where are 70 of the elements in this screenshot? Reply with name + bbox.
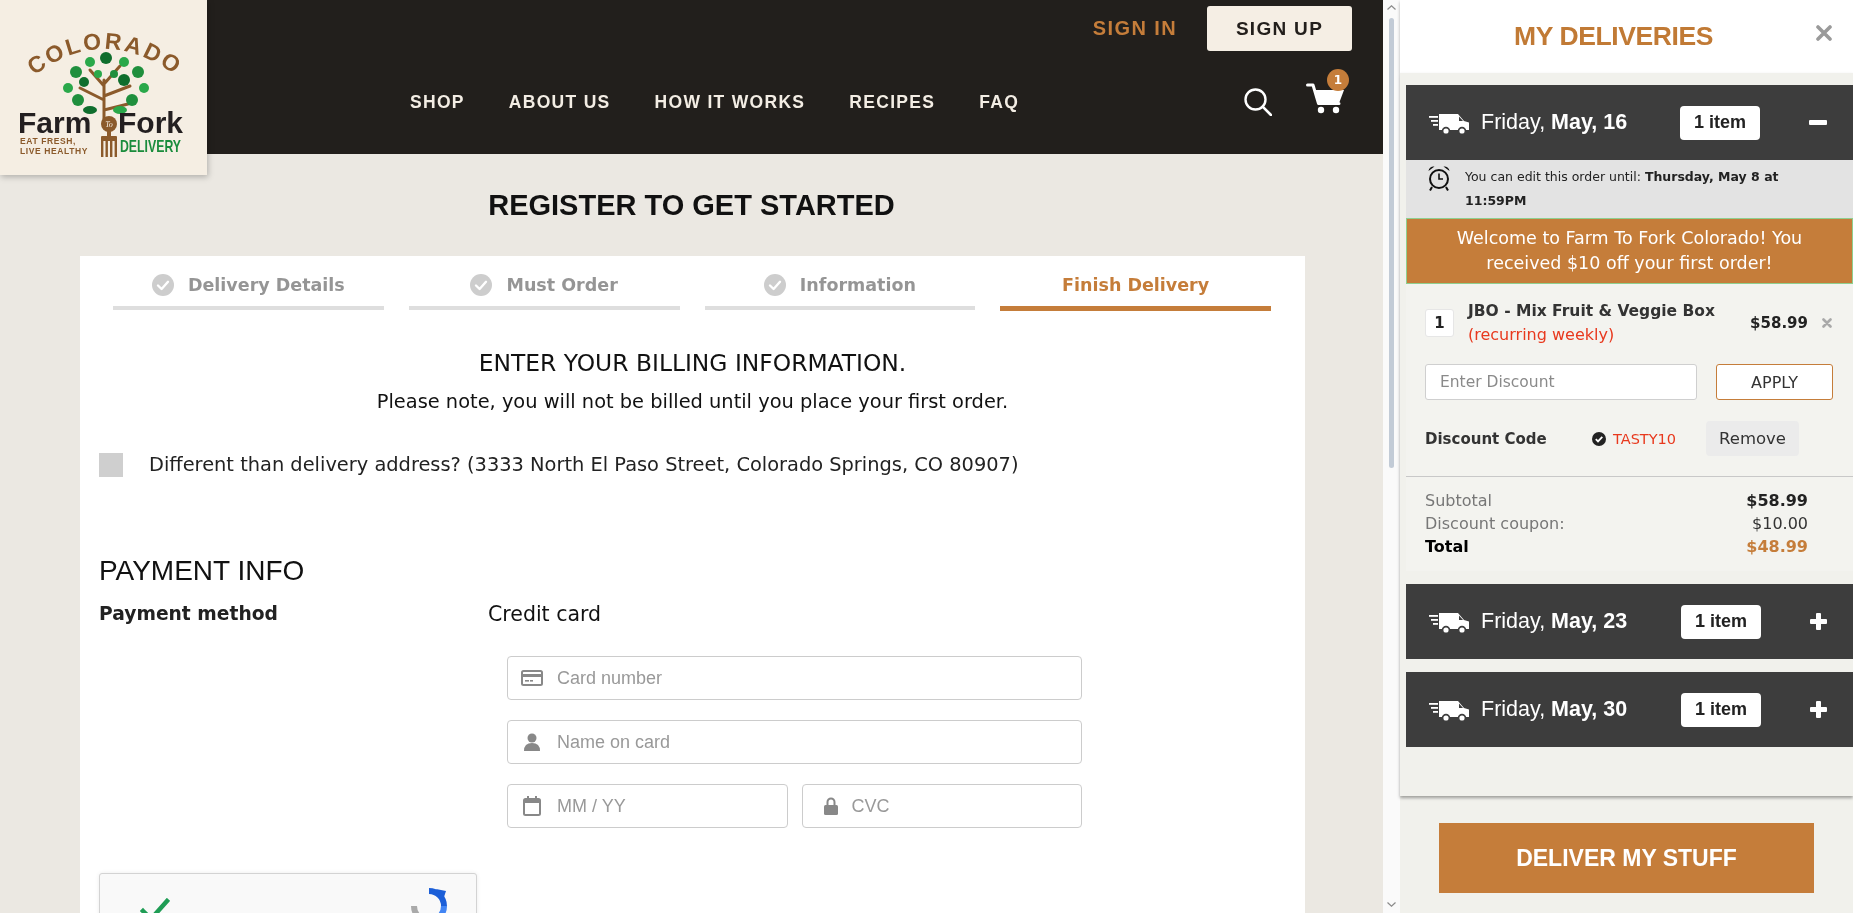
check-circle-icon — [1592, 431, 1606, 446]
remove-icon[interactable] — [1822, 318, 1832, 328]
edit-deadline-text: You can edit this order until: Thursday, May 8 at 11:59PM — [1465, 168, 1780, 210]
logo-tagline: EAT FRESH, — [20, 136, 76, 146]
discount-code: TASTY10 — [1613, 430, 1677, 447]
panel-title: MY DELIVERIES — [1514, 21, 1713, 52]
total-value: $48.99 — [1746, 536, 1808, 558]
total-label: Discount coupon: — [1425, 513, 1565, 535]
total-label: Subtotal — [1425, 490, 1493, 512]
nav-link[interactable]: FAQ — [979, 91, 1020, 113]
logo-fork-text: To — [105, 120, 113, 129]
delivery-header[interactable]: Friday, May, 23 1 item — [1406, 584, 1853, 659]
page-title: REGISTER TO GET STARTED — [487, 188, 896, 222]
scrollbar[interactable] — [1383, 0, 1400, 913]
checkbox-label: Different than delivery address? (3333 North El Paso Street, Colorado Springs, CO 80907) — [149, 453, 1019, 477]
cvc-field[interactable]: CVC — [801, 784, 1082, 828]
nav-link[interactable]: SHOP — [410, 91, 465, 113]
scroll-up-icon[interactable] — [1387, 5, 1396, 10]
discount-code-label: Discount Code — [1425, 429, 1548, 448]
billing-heading: ENTER YOUR BILLING INFORMATION. — [477, 348, 908, 378]
person-icon — [524, 733, 540, 751]
fork-icon — [101, 116, 117, 157]
close-icon[interactable] — [1816, 25, 1832, 41]
logo-tagline: LIVE HEALTHY — [20, 146, 88, 156]
scroll-down-icon[interactable] — [1387, 902, 1396, 907]
lock-icon — [823, 797, 838, 815]
item-note: (recurring weekly) — [1468, 324, 1616, 346]
nav-link[interactable]: ABOUT US — [508, 91, 611, 113]
total-value: $58.99 — [1746, 490, 1808, 512]
alarm-clock-icon — [1427, 165, 1451, 191]
total-value: $10.00 — [1752, 513, 1808, 535]
plus-icon[interactable] — [1810, 701, 1827, 718]
cart-badge: 1 — [1327, 69, 1349, 91]
billing-note: Please note, you will not be billed until you place your first order. — [375, 390, 1010, 414]
calendar-icon — [523, 796, 541, 816]
item-name: JBO - Mix Fruit & Veggie Box — [1468, 301, 1715, 322]
item-price: $58.99 — [1750, 314, 1808, 332]
delivery-header[interactable]: Friday, May, 16 1 item — [1406, 85, 1853, 160]
delivery-date: Friday, May, 30 — [1481, 697, 1629, 722]
logo-word: Fork — [118, 106, 183, 139]
discount-field[interactable]: Enter Discount — [1425, 364, 1697, 400]
delivery-header[interactable]: Friday, May, 30 1 item — [1406, 672, 1853, 747]
payment-method-value: Credit card — [488, 602, 603, 626]
item-count-badge: 1 item — [1680, 105, 1760, 140]
credit-card-icon — [521, 670, 543, 686]
search-icon[interactable] — [1244, 88, 1272, 116]
cardholder-name-field[interactable]: Name on card — [507, 720, 1082, 764]
sign-up-button[interactable]: SIGN UP — [1207, 6, 1352, 51]
section-title: PAYMENT INFO — [99, 554, 306, 588]
remove-button[interactable]: Remove — [1706, 421, 1799, 456]
quantity-box[interactable]: 1 — [1425, 309, 1454, 337]
nav-link[interactable]: HOW IT WORKS — [654, 91, 806, 113]
plus-icon[interactable] — [1810, 613, 1827, 630]
scrollbar-thumb[interactable] — [1389, 18, 1394, 468]
checkbox[interactable] — [99, 453, 123, 477]
sign-in-link[interactable]: SIGN IN — [1092, 17, 1177, 40]
total-label: Total — [1425, 536, 1469, 558]
item-count-badge: 1 item — [1681, 604, 1761, 639]
item-count-badge: 1 item — [1681, 692, 1761, 727]
welcome-banner: Welcome to Farm To Fork Colorado! You received $10 off your first order! — [1406, 218, 1853, 284]
delivery-date: Friday, May, 16 — [1481, 110, 1629, 135]
payment-method-label: Payment method — [99, 602, 279, 626]
card-number-field[interactable]: Card number — [507, 656, 1082, 700]
expiry-date-field[interactable]: MM / YY — [507, 784, 788, 828]
apply-button[interactable]: APPLY — [1716, 364, 1833, 400]
delivery-date: Friday, May, 23 — [1481, 609, 1629, 634]
logo-subtitle: DELIVERY — [120, 137, 205, 156]
nav-link[interactable]: RECIPES — [849, 91, 936, 113]
cart-icon[interactable] — [1306, 82, 1346, 114]
logo-word: Farm — [18, 106, 92, 139]
